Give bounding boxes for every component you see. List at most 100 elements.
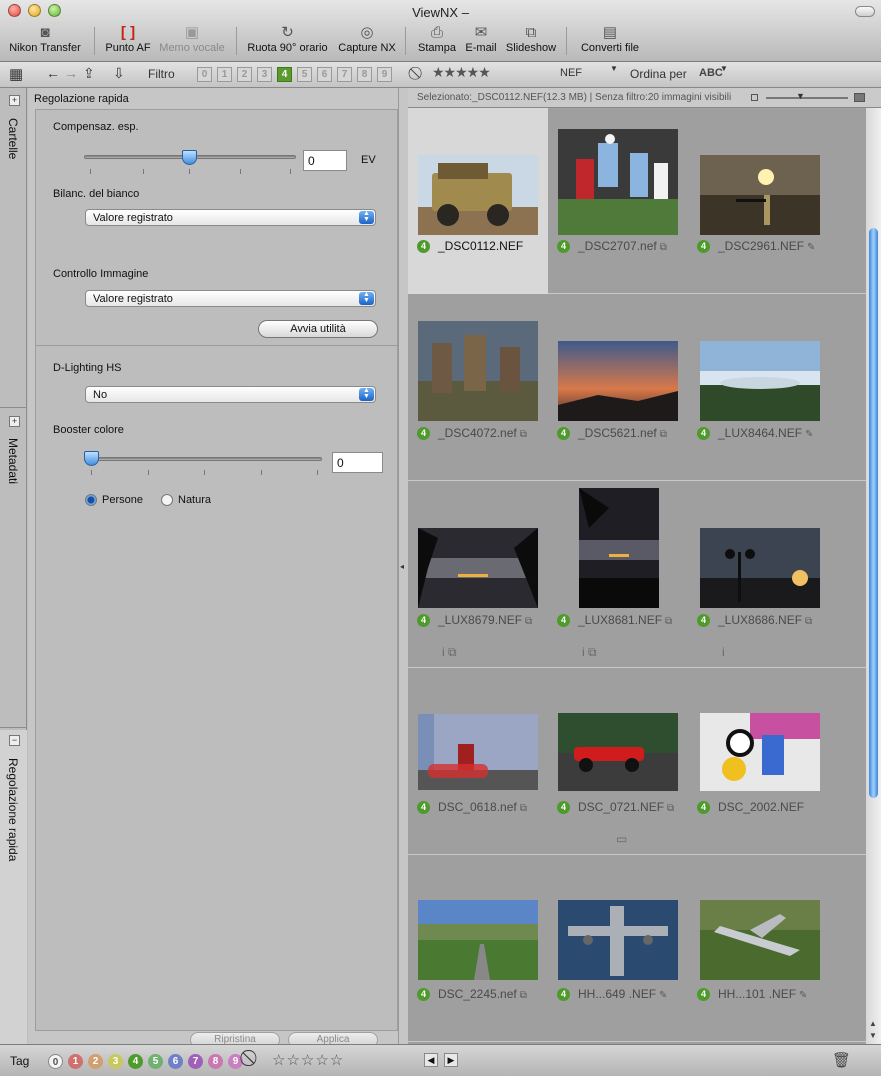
email-button[interactable]: ✉ E-mail [462, 24, 500, 58]
filetype-filter[interactable]: NEF [560, 67, 582, 79]
color-booster-value-field[interactable]: 0 [332, 452, 383, 473]
thumbnail-image[interactable] [418, 321, 538, 421]
rating-filter-stars[interactable]: ★★★★★ [432, 64, 491, 81]
thumbnail-size-thumb[interactable]: ▼ [796, 91, 805, 101]
thumbnail-image[interactable] [700, 900, 820, 980]
tag-label-8[interactable]: 8 [208, 1054, 223, 1069]
thumbnail-cell[interactable]: 4 _DSC4072.nef ⧉ [408, 295, 548, 481]
filter-label-4[interactable]: 4 [277, 67, 292, 82]
filter-label-3[interactable]: 3 [257, 67, 272, 82]
tag-label-4[interactable]: 4 [128, 1054, 143, 1069]
thumbnail-image[interactable] [418, 528, 538, 608]
rating-stars[interactable]: ☆☆☆☆☆ [272, 1051, 344, 1069]
color-booster-slider[interactable] [84, 457, 322, 461]
thumbnail-cell[interactable]: 4 _LUX8681.NEF ⧉ i ⧉ [548, 482, 688, 668]
next-arrow-icon[interactable]: ▶ [444, 1053, 458, 1067]
thumbnail-image[interactable] [700, 155, 820, 235]
thumbnail-image[interactable] [418, 714, 538, 790]
chevron-down-icon[interactable]: ▼ [720, 64, 728, 73]
thumbnail-size-small-icon[interactable] [751, 94, 758, 101]
filter-label-6[interactable]: 6 [317, 67, 332, 82]
tag-label-0[interactable]: 0 [48, 1054, 63, 1069]
vertical-scrollbar[interactable]: ▲ ▼ [866, 108, 881, 1044]
slideshow-button[interactable]: ⧉ Slideshow [505, 24, 557, 58]
picture-control-select[interactable]: Valore registrato ▲ ▼ [85, 290, 376, 307]
filter-label-0[interactable]: 0 [197, 67, 212, 82]
color-booster-slider-thumb[interactable] [84, 451, 99, 466]
up-folder-icon[interactable]: ⇪ [83, 65, 95, 82]
dlighting-select[interactable]: No ▲ ▼ [85, 386, 376, 403]
nikon-transfer-button[interactable]: ◙ Nikon Transfer [6, 24, 84, 58]
forward-arrow-icon[interactable]: → [64, 65, 78, 81]
exposure-value-field[interactable]: 0 [303, 150, 347, 171]
thumbnail-image[interactable] [558, 341, 678, 421]
thumbnail-cell[interactable]: 4 _LUX8679.NEF ⧉ i ⧉ [408, 482, 548, 668]
thumbnail-cell[interactable]: 4 _LUX8686.NEF ⧉ i [688, 482, 828, 668]
tag-label-3[interactable]: 3 [108, 1054, 123, 1069]
thumbnail-image[interactable] [418, 155, 538, 235]
filter-label-5[interactable]: 5 [297, 67, 312, 82]
thumbnail-image[interactable] [700, 713, 820, 791]
scroll-down-arrow-icon[interactable]: ▼ [869, 1031, 877, 1040]
thumbnail-cell[interactable]: 4 DSC_0618.nef ⧉ [408, 669, 548, 855]
thumbnail-cell[interactable]: 4 _DSC2707.nef ⧉ [548, 108, 688, 294]
previous-arrow-icon[interactable]: ◀ [424, 1053, 438, 1067]
convert-files-button[interactable]: ▤ Converti file [577, 24, 643, 58]
trash-icon[interactable]: 🗑 [832, 1051, 851, 1069]
thumbnail-cell[interactable]: 4 HH...649 .NEF ✎ [548, 856, 688, 1042]
tag-label-5[interactable]: 5 [148, 1054, 163, 1069]
panel-splitter[interactable]: ◂ [398, 88, 408, 1044]
thumbnail-cell[interactable]: 4 HH...101 .NEF ✎ [688, 856, 828, 1042]
grid-view-icon[interactable]: ▦ [9, 65, 23, 83]
thumbnail-cell[interactable]: 4 _LUX8464.NEF ✎ [688, 295, 828, 481]
thumbnail-image[interactable] [700, 528, 820, 608]
tag-label-2[interactable]: 2 [88, 1054, 103, 1069]
thumbnail-cell[interactable]: 4 _DSC5621.nef ⧉ [548, 295, 688, 481]
thumbnail-image[interactable] [558, 129, 678, 235]
tag-label-6[interactable]: 6 [168, 1054, 183, 1069]
thumbnail-image[interactable] [558, 900, 678, 980]
filter-label-9[interactable]: 9 [377, 67, 392, 82]
radio-nature[interactable] [161, 494, 173, 506]
filter-label-1[interactable]: 1 [217, 67, 232, 82]
thumbnail-size-slider[interactable] [766, 97, 848, 99]
tab-quick-adjust[interactable]: − Regolazione rapida [0, 730, 27, 1044]
af-point-button[interactable]: [ ] Punto AF [103, 24, 153, 58]
thumbnail-image[interactable] [700, 341, 820, 421]
thumbnail-cell[interactable]: 4 DSC_2245.nef ⧉ [408, 856, 548, 1042]
collapse-icon[interactable]: − [9, 735, 20, 746]
thumbnail-cell[interactable]: 4 DSC_2002.NEF [688, 669, 828, 855]
print-button[interactable]: ⎙ Stampa [416, 24, 458, 58]
exposure-slider-thumb[interactable] [182, 150, 197, 165]
scrollbar-thumb[interactable] [869, 228, 878, 798]
filter-label-7[interactable]: 7 [337, 67, 352, 82]
filter-label-2[interactable]: 2 [237, 67, 252, 82]
back-arrow-icon[interactable]: ← [46, 65, 60, 81]
tag-label-1[interactable]: 1 [68, 1054, 83, 1069]
thumbnail-image[interactable] [418, 900, 538, 980]
thumbnail-size-large-icon[interactable] [854, 93, 865, 102]
toolbar-toggle-button[interactable] [855, 6, 875, 17]
tag-label-7[interactable]: 7 [188, 1054, 203, 1069]
capture-nx-button[interactable]: ◎ Capture NX [336, 24, 398, 58]
radio-nature-label[interactable]: Natura [178, 494, 211, 506]
radio-people[interactable] [85, 494, 97, 506]
radio-people-label[interactable]: Persone [102, 494, 143, 506]
white-balance-select[interactable]: Valore registrato ▲ ▼ [85, 209, 376, 226]
thumbnail-image[interactable] [558, 713, 678, 791]
thumbnail-cell[interactable]: 4 DSC_0721.NEF ⧉ ▭ [548, 669, 688, 855]
chevron-down-icon[interactable]: ▼ [610, 64, 618, 73]
expand-icon[interactable]: + [9, 416, 20, 427]
thumbnail-image[interactable] [579, 488, 659, 608]
launch-utility-button[interactable]: Avvia utilità [258, 320, 378, 338]
thumbnail-cell[interactable]: 4 _DSC0112.NEF [408, 108, 548, 294]
sync-folder-icon[interactable]: ⇩ [113, 65, 125, 82]
rotate-button[interactable]: ↻ Ruota 90° orario [245, 24, 330, 58]
tab-metadata[interactable]: + Metadati [0, 410, 27, 728]
voice-memo-button[interactable]: ▣ Memo vocale [158, 24, 226, 58]
thumbnail-cell[interactable]: 4 _DSC2961.NEF ✎ [688, 108, 828, 294]
scroll-up-arrow-icon[interactable]: ▲ [869, 1019, 877, 1028]
tab-folders[interactable]: + Cartelle [0, 88, 27, 408]
expand-icon[interactable]: + [9, 95, 20, 106]
tag-label-9[interactable]: 9 [228, 1054, 243, 1069]
